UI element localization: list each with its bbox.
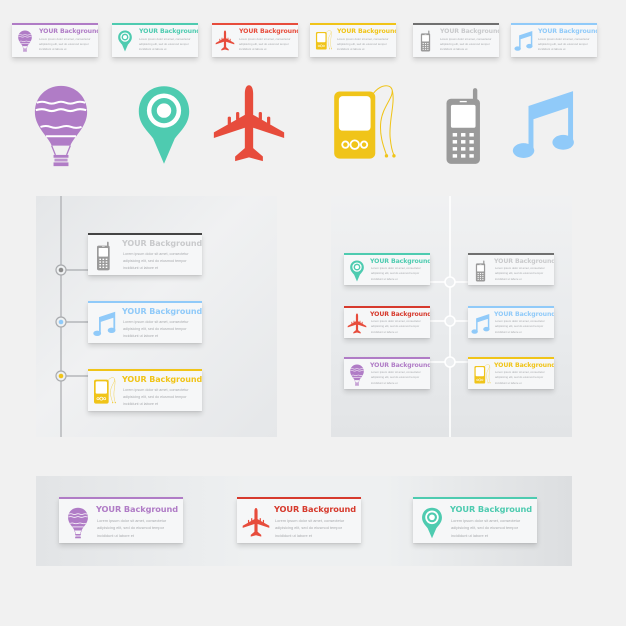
card-body: Lorem ipsum dolor sit amet, consectetur … <box>495 319 545 334</box>
card-title: YOUR Background <box>494 311 554 318</box>
hot-air-balloon-icon <box>349 364 365 386</box>
card-title: YOUR Background <box>450 504 533 514</box>
card-body: Lorem ipsum dolor sit amet, consectetur … <box>39 37 91 52</box>
top-card-phone[interactable]: YOUR Background Lorem ipsum dolor sit am… <box>413 23 499 57</box>
mobile-phone-icon <box>418 30 434 52</box>
card-body: Lorem ipsum dolor sit amet, consectetur … <box>495 370 545 385</box>
music-note-icon <box>93 309 117 339</box>
mobile-phone-icon <box>443 84 487 168</box>
card-body: Lorem ipsum dolor sit amet, consectetur … <box>97 518 167 538</box>
top-card-plane[interactable]: YOUR Background Lorem ipsum dolor sit am… <box>212 23 298 57</box>
card-body: Lorem ipsum dolor sit amet, consectetur … <box>538 37 590 52</box>
card-title: YOUR Background <box>494 258 554 265</box>
card-title: YOUR Background <box>440 28 499 35</box>
card-body: Lorem ipsum dolor sit amet, consectetur … <box>451 518 521 538</box>
bottom-card-balloon[interactable]: YOUR Background Lorem ipsum dolor sit am… <box>59 497 183 543</box>
card-title: YOUR Background <box>122 375 202 384</box>
card-title: YOUR Background <box>122 239 202 248</box>
top-card-note[interactable]: YOUR Background Lorem ipsum dolor sit am… <box>511 23 597 57</box>
mp3-player-icon <box>315 30 333 52</box>
top-card-mp3[interactable]: YOUR Background Lorem ipsum dolor sit am… <box>310 23 396 57</box>
timeline-card-mp3[interactable]: YOUR Background Lorem ipsum dolor sit am… <box>88 369 202 411</box>
music-note-icon <box>512 86 578 164</box>
mobile-phone-icon <box>473 260 489 282</box>
card-body: Lorem ipsum dolor sit amet, consectetur … <box>371 370 421 385</box>
map-pin-icon <box>137 83 191 167</box>
card-title: YOUR Background <box>239 28 298 35</box>
top-card-balloon[interactable]: YOUR Background Lorem ipsum dolor sit am… <box>12 23 98 57</box>
card-title: YOUR Background <box>337 28 396 35</box>
mp3-player-icon <box>93 377 117 407</box>
map-pin-icon <box>117 30 133 52</box>
card-title: YOUR Background <box>370 311 430 318</box>
card-title: YOUR Background <box>370 362 430 369</box>
card-title: YOUR Background <box>39 28 98 35</box>
top-card-pin[interactable]: YOUR Background Lorem ipsum dolor sit am… <box>112 23 198 57</box>
card-body: Lorem ipsum dolor sit amet, consectetur … <box>371 266 421 281</box>
card-body: Lorem ipsum dolor sit amet, consectetur … <box>123 252 189 270</box>
card-body: Lorem ipsum dolor sit amet, consectetur … <box>239 37 291 52</box>
card-title: YOUR Background <box>274 504 357 514</box>
mobile-phone-icon <box>95 241 113 271</box>
bottom-card-pin[interactable]: YOUR Background Lorem ipsum dolor sit am… <box>413 497 537 543</box>
hot-air-balloon-icon <box>17 30 33 52</box>
card-title: YOUR Background <box>494 362 554 369</box>
airplane-icon <box>212 82 286 168</box>
card-title: YOUR Background <box>538 28 597 35</box>
card-title: YOUR Background <box>96 504 179 514</box>
card-body: Lorem ipsum dolor sit amet, consectetur … <box>440 37 492 52</box>
mp3-player-icon <box>332 84 398 168</box>
grid-card-balloon[interactable]: YOUR Background Lorem ipsum dolor sit am… <box>344 357 430 389</box>
grid-card-pin[interactable]: YOUR Background Lorem ipsum dolor sit am… <box>344 253 430 285</box>
music-note-icon <box>471 313 491 335</box>
card-body: Lorem ipsum dolor sit amet, consectetur … <box>123 388 189 406</box>
card-title: YOUR Background <box>370 258 430 265</box>
card-body: Lorem ipsum dolor sit amet, consectetur … <box>337 37 389 52</box>
grid-card-phone[interactable]: YOUR Background Lorem ipsum dolor sit am… <box>468 253 554 285</box>
card-body: Lorem ipsum dolor sit amet, consectetur … <box>275 518 345 538</box>
grid-card-mp3[interactable]: YOUR Background Lorem ipsum dolor sit am… <box>468 357 554 389</box>
airplane-icon <box>242 507 270 539</box>
card-body: Lorem ipsum dolor sit amet, consectetur … <box>495 266 545 281</box>
map-pin-icon <box>421 507 443 539</box>
grid-card-plane[interactable]: YOUR Background Lorem ipsum dolor sit am… <box>344 306 430 338</box>
airplane-icon <box>215 30 235 52</box>
hot-air-balloon-icon <box>67 507 89 539</box>
card-body: Lorem ipsum dolor sit amet, consectetur … <box>371 319 421 334</box>
timeline-card-phone[interactable]: YOUR Background Lorem ipsum dolor sit am… <box>88 233 202 275</box>
grid-card-note[interactable]: YOUR Background Lorem ipsum dolor sit am… <box>468 306 554 338</box>
hot-air-balloon-icon <box>33 84 89 168</box>
timeline-card-note[interactable]: YOUR Background Lorem ipsum dolor sit am… <box>88 301 202 343</box>
card-title: YOUR Background <box>122 307 202 316</box>
card-title: YOUR Background <box>139 28 198 35</box>
map-pin-icon <box>349 260 365 282</box>
card-body: Lorem ipsum dolor sit amet, consectetur … <box>123 320 189 338</box>
airplane-icon <box>347 313 367 335</box>
bottom-card-plane[interactable]: YOUR Background Lorem ipsum dolor sit am… <box>237 497 361 543</box>
card-body: Lorem ipsum dolor sit amet, consectetur … <box>139 37 191 52</box>
music-note-icon <box>514 30 534 52</box>
mp3-player-icon <box>473 364 492 386</box>
